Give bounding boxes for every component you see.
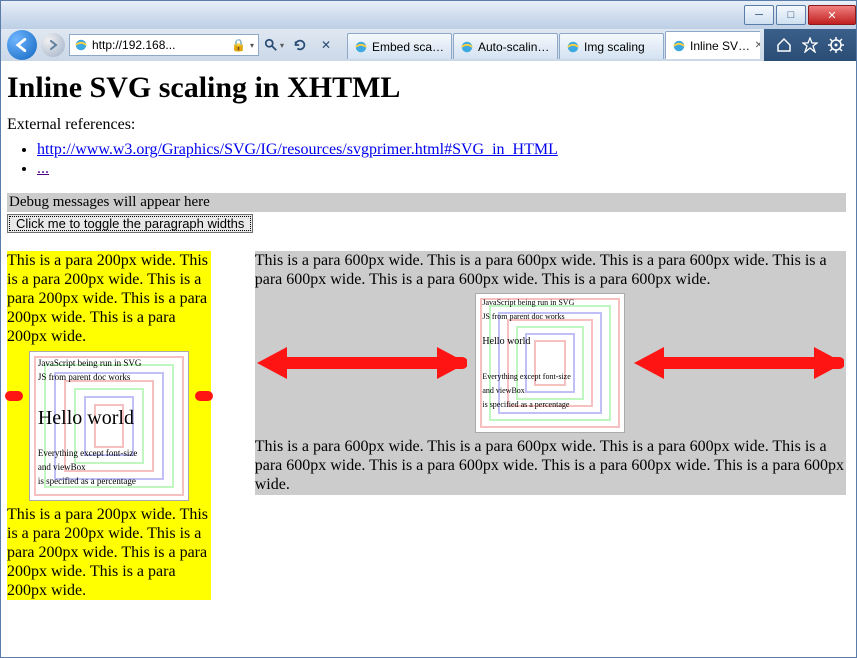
list-item: ... — [37, 159, 846, 178]
svg-wrapper: JavaScript being run in SVG JS from pare… — [255, 289, 846, 437]
tab-label: Embed scaling — [372, 40, 445, 54]
tab-strip: Embed scaling Auto-scaling a... Img scal… — [347, 31, 760, 59]
svg-text: Everything except font-size — [38, 448, 137, 458]
ie-icon — [74, 38, 88, 52]
external-refs-label: External references: — [7, 115, 846, 134]
tab-close-icon[interactable]: ✕ — [755, 40, 760, 51]
tab-embed-scaling[interactable]: Embed scaling — [347, 33, 452, 59]
annotation-arrow-left — [257, 343, 467, 383]
titlebar: ─ □ ✕ — [1, 1, 856, 29]
page-viewport[interactable]: Inline SVG scaling in XHTML External ref… — [1, 61, 856, 657]
page-title: Inline SVG scaling in XHTML — [7, 71, 846, 105]
svg-text: Everything except font-size — [482, 372, 570, 381]
svg-text: is specified as a percentage — [482, 400, 569, 409]
inline-svg: JavaScript being run in SVG JS from pare… — [29, 351, 189, 501]
inline-svg: JavaScript being run in SVG JS from pare… — [475, 293, 625, 433]
reference-link[interactable]: http://www.w3.org/Graphics/SVG/IG/resour… — [37, 141, 558, 158]
tab-img-scaling[interactable]: Img scaling — [559, 33, 664, 59]
svg-text: JS from parent doc works — [482, 312, 564, 321]
annotation-arrow-stub — [195, 391, 213, 401]
reference-link[interactable]: ... — [37, 160, 49, 177]
ie-icon — [354, 40, 368, 54]
tab-label: Inline SVG s... — [690, 39, 751, 53]
url-text: http://192.168... — [92, 38, 175, 52]
navigation-bar: http://192.168... 🔒 ▾ ▾ ✕ Embed scaling … — [1, 29, 856, 61]
refresh-button[interactable] — [289, 34, 311, 56]
paragraph: This is a para 200px wide. This is a par… — [7, 505, 211, 601]
window-minimize-button[interactable]: ─ — [744, 5, 774, 25]
tab-label: Img scaling — [584, 40, 645, 54]
tools-icon[interactable] — [828, 37, 844, 53]
svg-text: JS from parent doc works — [38, 372, 130, 382]
window-close-button[interactable]: ✕ — [808, 5, 856, 25]
address-bar[interactable]: http://192.168... 🔒 ▾ — [69, 34, 259, 56]
window-maximize-button[interactable]: □ — [776, 5, 806, 25]
svg-text: Hello world — [482, 336, 530, 348]
browser-window: ─ □ ✕ http://192.168... 🔒 ▾ ▾ ✕ E — [0, 0, 857, 658]
tab-auto-scaling[interactable]: Auto-scaling a... — [453, 33, 558, 59]
annotation-arrow-stub — [5, 391, 23, 401]
paragraph: This is a para 600px wide. This is a par… — [255, 437, 846, 495]
paragraph: This is a para 200px wide. This is a par… — [7, 251, 211, 347]
tab-inline-svg[interactable]: Inline SVG s... ✕ — [665, 31, 760, 59]
svg-text: Hello world — [38, 407, 134, 430]
columns: This is a para 200px wide. This is a par… — [7, 251, 846, 601]
tab-label: Auto-scaling a... — [478, 40, 551, 54]
column-200: This is a para 200px wide. This is a par… — [7, 251, 211, 601]
svg-text: is specified as a percentage — [38, 476, 136, 486]
forward-button[interactable] — [41, 33, 65, 57]
ie-icon — [566, 40, 580, 54]
svg-wrapper: JavaScript being run in SVG JS from pare… — [7, 347, 211, 505]
favorites-icon[interactable] — [802, 37, 818, 53]
svg-text: JavaScript being run in SVG — [482, 298, 574, 307]
command-bar — [764, 29, 856, 61]
home-icon[interactable] — [776, 37, 792, 53]
back-button[interactable] — [7, 30, 37, 60]
toggle-widths-button[interactable]: Click me to toggle the paragraph widths — [7, 214, 253, 233]
annotation-arrow-right — [634, 343, 844, 383]
paragraph: This is a para 600px wide. This is a par… — [255, 251, 846, 289]
svg-text: JavaScript being run in SVG — [38, 358, 142, 368]
stop-button[interactable]: ✕ — [315, 34, 337, 56]
search-button[interactable]: ▾ — [263, 34, 285, 56]
svg-text: and viewBox — [38, 462, 86, 472]
debug-message-bar: Debug messages will appear here — [7, 193, 846, 212]
ie-icon — [460, 40, 474, 54]
ie-icon — [672, 39, 686, 53]
svg-text: and viewBox — [482, 386, 524, 395]
list-item: http://www.w3.org/Graphics/SVG/IG/resour… — [37, 140, 846, 159]
url-dropdown-icon[interactable]: ▾ — [250, 41, 254, 50]
column-600: This is a para 600px wide. This is a par… — [255, 251, 846, 495]
